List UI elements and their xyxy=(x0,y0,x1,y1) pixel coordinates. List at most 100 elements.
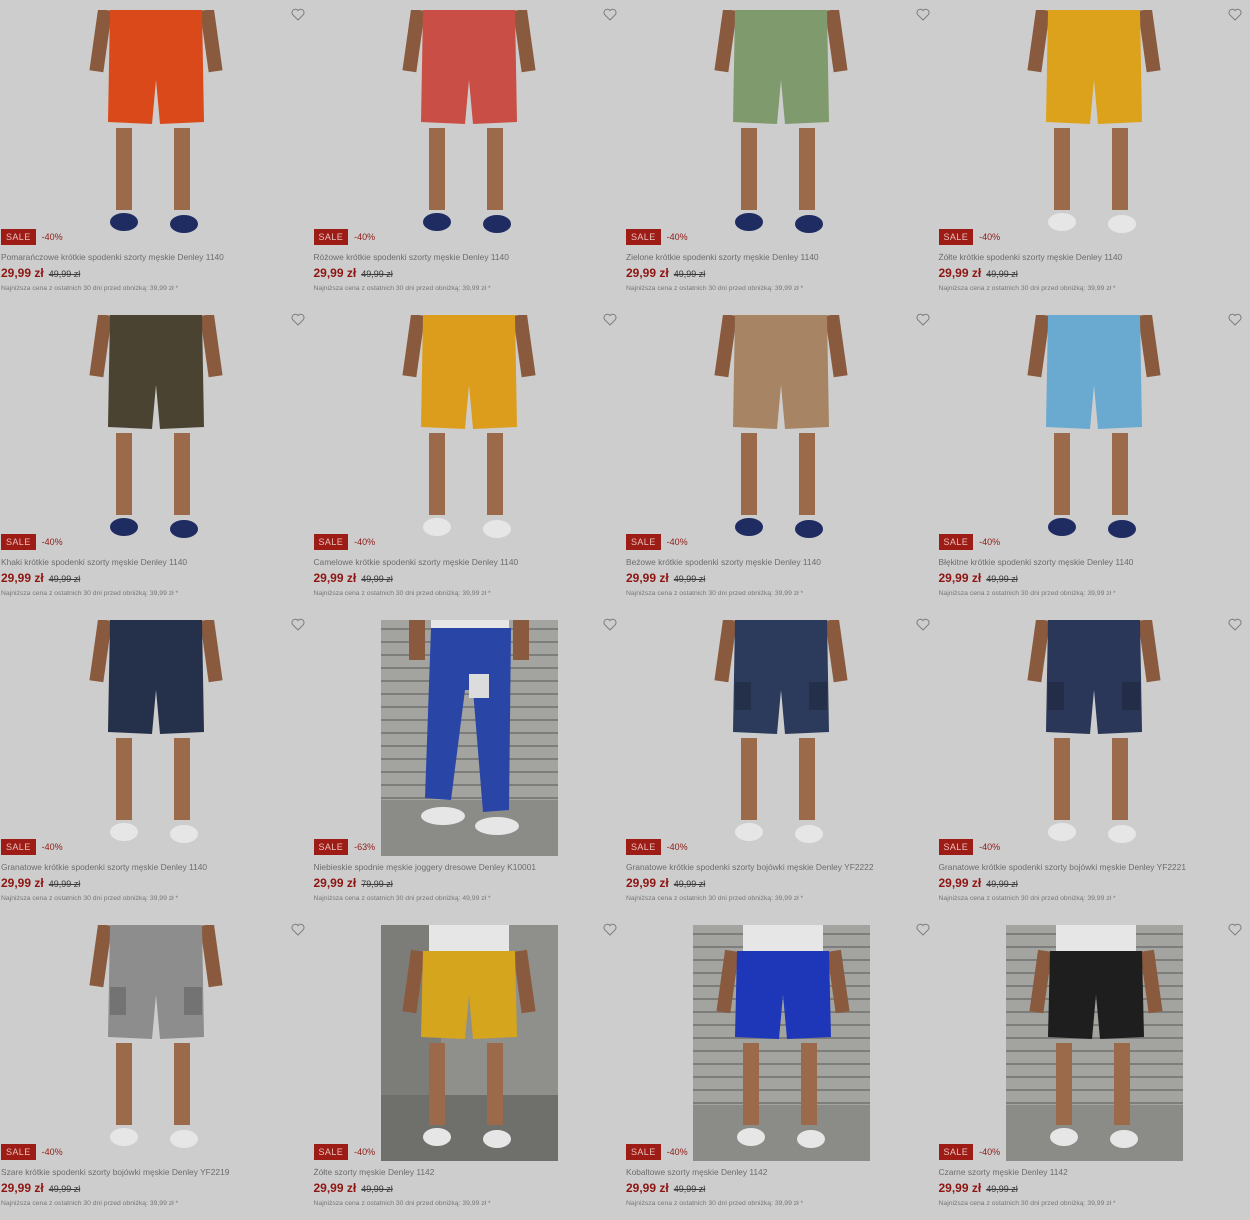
badges: SALE -40% xyxy=(313,534,376,550)
product-name-link[interactable]: Błękitne krótkie spodenki szorty męskie … xyxy=(939,557,1134,567)
product-name-link[interactable]: Kobaltowe szorty męskie Denley 1142 xyxy=(626,1167,767,1177)
heart-icon[interactable] xyxy=(603,923,617,936)
product-name-link[interactable]: Żółte szorty męskie Denley 1142 xyxy=(314,1167,435,1177)
prices: 29,99 zł 49,99 zł xyxy=(314,1181,393,1195)
product-card[interactable]: SALE -40% Żółte krótkie spodenki szorty mę… xyxy=(938,0,1250,305)
heart-icon[interactable] xyxy=(290,618,305,631)
current-price: 29,99 zł xyxy=(626,266,669,280)
product-image[interactable] xyxy=(938,925,1250,1161)
product-image[interactable] xyxy=(938,10,1250,246)
badges: SALE -40% xyxy=(938,839,1001,855)
prices: 29,99 zł 79,99 zł xyxy=(314,876,393,890)
current-price: 29,99 zł xyxy=(1,876,44,890)
product-card[interactable]: SALE -40% Szare krótkie spodenki szorty bo… xyxy=(0,915,313,1220)
discount-label: -40% xyxy=(41,232,63,242)
lowest-price-note: Najniższa cena z ostatnich 30 dni przed … xyxy=(626,590,804,597)
discount-label: -40% xyxy=(979,842,1001,852)
product-name-link[interactable]: Różowe krótkie spodenki szorty męskie De… xyxy=(314,252,509,262)
lowest-price-note: Najniższa cena z ostatnich 30 dni przed … xyxy=(938,895,1116,902)
badges: SALE -40% xyxy=(1,534,63,550)
product-card[interactable]: SALE -40% Błękitne krótkie spodenki szorty… xyxy=(938,305,1250,610)
sale-badge: SALE xyxy=(938,1144,974,1160)
product-card[interactable]: SALE -40% Beżowe krótkie spodenki szorty m… xyxy=(625,305,938,610)
product-card[interactable]: SALE -63% Niebieskie spodnie męskie jogger… xyxy=(313,610,626,915)
heart-icon[interactable] xyxy=(915,313,930,326)
current-price: 29,99 zł xyxy=(938,571,982,585)
product-image[interactable] xyxy=(625,925,938,1161)
heart-icon[interactable] xyxy=(1228,8,1242,21)
product-card[interactable]: SALE -40% Granatowe krótkie spodenki szort… xyxy=(625,610,938,915)
product-image[interactable] xyxy=(313,315,626,551)
product-card[interactable]: SALE -40% Kobaltowe szorty męskie Denley 1… xyxy=(625,915,938,1220)
sale-badge: SALE xyxy=(626,534,661,550)
heart-icon[interactable] xyxy=(290,923,305,936)
product-name-link[interactable]: Pomarańczowe krótkie spodenki szorty męs… xyxy=(1,252,224,262)
lowest-price-note: Najniższa cena z ostatnich 30 dni przed … xyxy=(1,285,179,292)
product-card[interactable]: SALE -40% Czarne szorty męskie Denley 1142… xyxy=(938,915,1250,1220)
old-price: 49,99 zł xyxy=(673,879,706,889)
heart-icon[interactable] xyxy=(290,313,305,326)
product-image[interactable] xyxy=(313,925,626,1161)
product-card[interactable]: SALE -40% Pomarańczowe krótkie spodenki sz… xyxy=(0,0,313,305)
product-name-link[interactable]: Camelowe krótkie spodenki szorty męskie … xyxy=(314,557,519,567)
product-card[interactable]: SALE -40% Khaki krótkie spodenki szorty mę… xyxy=(0,305,313,610)
product-card[interactable]: SALE -40% Camelowe krótkie spodenki szorty… xyxy=(313,305,626,610)
lowest-price-note: Najniższa cena z ostatnich 30 dni przed … xyxy=(1,895,179,902)
product-card[interactable]: SALE -40% Granatowe krótkie spodenki szort… xyxy=(938,610,1250,915)
sale-badge: SALE xyxy=(626,229,661,245)
discount-label: -40% xyxy=(354,537,376,547)
product-name-link[interactable]: Beżowe krótkie spodenki szorty męskie De… xyxy=(626,557,821,567)
product-image[interactable] xyxy=(0,620,313,856)
heart-icon[interactable] xyxy=(1228,618,1242,631)
product-card[interactable]: SALE -40% Żółte szorty męskie Denley 1142 2… xyxy=(313,915,626,1220)
lowest-price-note: Najniższa cena z ostatnich 30 dni przed … xyxy=(313,285,491,292)
product-name-link[interactable]: Granatowe krótkie spodenki szorty bojówk… xyxy=(626,862,874,872)
old-price: 49,99 zł xyxy=(986,879,1018,889)
product-name-link[interactable]: Szare krótkie spodenki szorty bojówki mę… xyxy=(1,1167,229,1177)
product-name-link[interactable]: Khaki krótkie spodenki szorty męskie Den… xyxy=(1,557,187,567)
current-price: 29,99 zł xyxy=(313,571,357,585)
badges: SALE -40% xyxy=(1,1144,63,1160)
old-price: 79,99 zł xyxy=(361,879,393,889)
product-name-link[interactable]: Niebieskie spodnie męskie joggery dresow… xyxy=(314,862,537,872)
badges: SALE -40% xyxy=(626,839,688,855)
old-price: 49,99 zł xyxy=(673,269,706,279)
product-image[interactable] xyxy=(313,620,626,856)
badges: SALE -40% xyxy=(626,229,688,245)
lowest-price-note: Najniższa cena z ostatnich 30 dni przed … xyxy=(1,1200,179,1207)
product-name-link[interactable]: Granatowe krótkie spodenki szorty męskie… xyxy=(1,862,207,872)
product-image[interactable] xyxy=(625,10,938,246)
discount-label: -40% xyxy=(666,232,688,242)
product-image[interactable] xyxy=(938,620,1250,856)
lowest-price-note: Najniższa cena z ostatnich 30 dni przed … xyxy=(938,590,1116,597)
product-image[interactable] xyxy=(625,315,938,551)
product-name-link[interactable]: Czarne szorty męskie Denley 1142 xyxy=(939,1167,1068,1177)
product-card[interactable]: SALE -40% Różowe krótkie spodenki szorty m… xyxy=(313,0,626,305)
sale-badge: SALE xyxy=(313,1144,349,1160)
heart-icon[interactable] xyxy=(915,923,930,936)
product-image[interactable] xyxy=(938,315,1250,551)
current-price: 29,99 zł xyxy=(1,266,44,280)
product-image[interactable] xyxy=(0,315,313,551)
product-image[interactable] xyxy=(0,10,313,246)
heart-icon[interactable] xyxy=(290,8,305,21)
heart-icon[interactable] xyxy=(603,313,617,326)
heart-icon[interactable] xyxy=(1228,313,1242,326)
heart-icon[interactable] xyxy=(1228,923,1242,936)
heart-icon[interactable] xyxy=(915,8,930,21)
heart-icon[interactable] xyxy=(603,618,617,631)
discount-label: -40% xyxy=(666,1147,688,1157)
sale-badge: SALE xyxy=(313,534,349,550)
badges: SALE -40% xyxy=(938,229,1000,245)
product-name-link[interactable]: Granatowe krótkie spodenki szorty bojówk… xyxy=(939,862,1187,872)
product-name-link[interactable]: Żółte krótkie spodenki szorty męskie Den… xyxy=(939,252,1123,262)
product-image[interactable] xyxy=(625,620,938,856)
product-name-link[interactable]: Zielone krótkie spodenki szorty męskie D… xyxy=(626,252,819,262)
product-card[interactable]: SALE -40% Granatowe krótkie spodenki szort… xyxy=(0,610,313,915)
heart-icon[interactable] xyxy=(603,8,617,21)
product-image[interactable] xyxy=(313,10,626,246)
product-card[interactable]: SALE -40% Zielone krótkie spodenki szorty … xyxy=(625,0,938,305)
product-image[interactable] xyxy=(0,925,313,1161)
sale-badge: SALE xyxy=(626,839,661,855)
heart-icon[interactable] xyxy=(915,618,930,631)
